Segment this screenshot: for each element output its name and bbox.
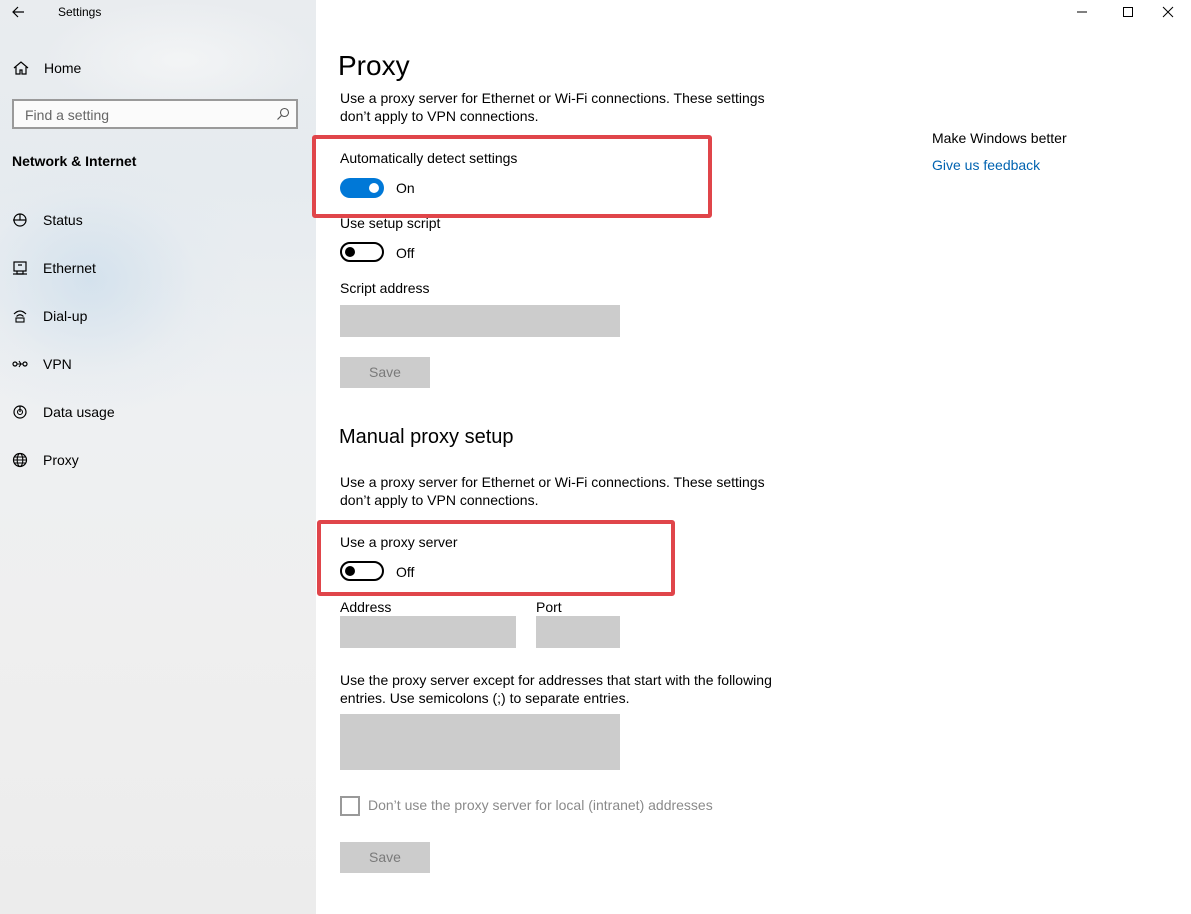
search-box[interactable] <box>12 99 298 129</box>
sidebar-item-label: Home <box>44 60 82 76</box>
sidebar-item-label: Dial-up <box>43 308 88 324</box>
setup-script-label: Use setup script <box>340 215 441 231</box>
script-address-label: Script address <box>340 280 430 296</box>
toggle-knob <box>345 247 355 257</box>
home-icon <box>13 61 29 75</box>
data-usage-icon <box>13 405 27 419</box>
sidebar-item-label: Proxy <box>43 452 79 468</box>
back-arrow-icon <box>12 6 24 18</box>
sidebar-item-data-usage[interactable]: Data usage <box>0 392 316 432</box>
sidebar-item-label: Data usage <box>43 404 115 420</box>
dialup-icon <box>13 310 27 323</box>
vpn-icon <box>12 360 28 368</box>
sidebar-item-proxy[interactable]: Proxy <box>0 440 316 480</box>
save-manual-button[interactable]: Save <box>340 842 430 873</box>
close-button[interactable] <box>1145 0 1191 24</box>
setup-script-state: Off <box>396 245 415 261</box>
sidebar-item-status[interactable]: Status <box>0 200 316 240</box>
page-title: Proxy <box>338 50 410 81</box>
make-windows-better-title: Make Windows better <box>932 130 1067 146</box>
search-input[interactable] <box>23 102 267 128</box>
script-address-input[interactable] <box>340 305 620 337</box>
title-bar: Settings <box>0 0 316 24</box>
maximize-icon <box>1123 7 1133 17</box>
manual-proxy-description: Use a proxy server for Ethernet or Wi-Fi… <box>340 474 765 508</box>
port-input[interactable] <box>536 616 620 648</box>
exceptions-textarea[interactable] <box>340 714 620 770</box>
port-label: Port <box>536 599 562 615</box>
exceptions-description: Use the proxy server except for addresse… <box>340 672 772 706</box>
ethernet-icon <box>13 261 27 275</box>
local-addresses-label: Don’t use the proxy server for local (in… <box>368 797 713 813</box>
give-feedback-link[interactable]: Give us feedback <box>932 157 1040 173</box>
proxy-description: Use a proxy server for Ethernet or Wi-Fi… <box>340 90 765 124</box>
sidebar-item-label: Ethernet <box>43 260 96 276</box>
highlight-box-auto-detect <box>312 135 712 218</box>
sidebar-item-ethernet[interactable]: Ethernet <box>0 248 316 288</box>
save-script-button[interactable]: Save <box>340 357 430 388</box>
minimize-button[interactable] <box>1059 0 1105 24</box>
close-icon <box>1162 6 1174 18</box>
sidebar-item-home[interactable]: Home <box>0 48 316 88</box>
address-input[interactable] <box>340 616 516 648</box>
sidebar-item-label: Status <box>43 212 83 228</box>
local-addresses-checkbox[interactable] <box>340 796 360 816</box>
setup-script-toggle[interactable] <box>340 242 384 262</box>
app-title: Settings <box>58 5 102 19</box>
highlight-box-use-proxy <box>317 520 675 596</box>
minimize-icon <box>1077 11 1087 13</box>
search-icon[interactable] <box>276 107 290 121</box>
manual-proxy-heading: Manual proxy setup <box>339 426 514 448</box>
sidebar-item-vpn[interactable]: VPN <box>0 344 316 384</box>
back-button[interactable] <box>10 3 32 21</box>
section-title: Network & Internet <box>12 153 137 169</box>
status-icon <box>13 213 27 227</box>
sidebar-item-label: VPN <box>43 356 72 372</box>
sidebar-item-dialup[interactable]: Dial-up <box>0 296 316 336</box>
address-label: Address <box>340 599 392 615</box>
globe-icon <box>12 452 28 468</box>
sidebar: Settings Home Network & Internet Status … <box>0 0 316 914</box>
